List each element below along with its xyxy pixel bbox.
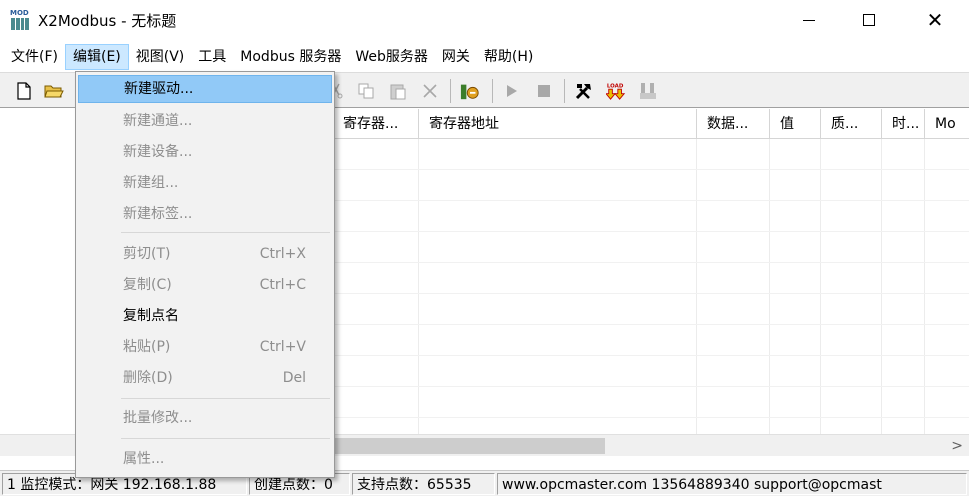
open-folder-icon[interactable] [44,81,64,101]
maximize-icon [863,14,875,26]
menu-file[interactable]: 文件(F) [4,44,65,70]
tag-icon[interactable] [460,81,480,101]
title-bar: MOD X2Modbus - 无标题 ✕ [0,0,969,40]
tag-list-header: 寄存器... 寄存器地址 数据... 值 质... 时... Mo [333,109,969,139]
column-value[interactable]: 值 [770,109,821,139]
menu-edit[interactable]: 编辑(E) [64,44,129,70]
menu-tools[interactable]: 工具 [191,44,233,70]
delete-icon[interactable] [420,81,440,101]
scroll-right-icon[interactable]: > [951,435,963,457]
app-icon: MOD [10,9,30,31]
minimize-icon [803,19,815,21]
column-quality[interactable]: 质... [821,109,882,139]
column-data-type[interactable]: 数据... [697,109,770,139]
close-button[interactable]: ✕ [905,0,965,40]
menu-cut[interactable]: 剪切(T) Ctrl+X [78,240,332,268]
column-register-address[interactable]: 寄存器地址 [419,109,697,139]
menu-bar: 文件(F) 编辑(E) 视图(V) 工具 Modbus 服务器 Web服务器 网… [0,43,969,71]
column-register-type[interactable]: 寄存器... [333,109,419,139]
app-icon-badge: MOD [10,9,29,17]
menu-web-server[interactable]: Web服务器 [348,44,435,70]
menu-gateway[interactable]: 网关 [435,44,477,70]
menu-delete[interactable]: 删除(D) Del [78,364,332,392]
column-modbus[interactable]: Mo [925,109,969,139]
load-icon[interactable]: LOAD [606,81,626,101]
menu-help[interactable]: 帮助(H) [477,44,540,70]
menu-copy-point-name[interactable]: 复制点名 [78,302,332,330]
unload-icon[interactable] [638,81,658,101]
close-icon: ✕ [926,8,944,32]
window-title: X2Modbus - 无标题 [38,11,177,30]
menu-view[interactable]: 视图(V) [129,44,192,70]
menu-new-device[interactable]: 新建设备... [78,138,332,166]
edit-menu-dropdown: 新建驱动... 新建通道... 新建设备... 新建组... 新建标签... 剪… [75,71,335,478]
copy-icon[interactable] [356,81,376,101]
status-supported-points: 支持点数：65535 [352,473,495,495]
project-tree[interactable] [0,109,78,469]
stop-icon[interactable] [534,81,554,101]
menu-paste[interactable]: 粘贴(P) Ctrl+V [78,333,332,361]
column-timestamp[interactable]: 时... [882,109,925,139]
menu-new-tag[interactable]: 新建标签... [78,200,332,228]
status-contact: www.opcmaster.com 13564889340 support@op… [497,473,967,495]
maximize-button[interactable] [839,0,899,40]
scrollbar-thumb[interactable] [333,438,605,454]
tag-list[interactable]: 寄存器... 寄存器地址 数据... 值 质... 时... Mo [333,109,969,469]
run-icon[interactable] [502,81,522,101]
load-label: LOAD [607,83,624,89]
tools-icon[interactable] [574,81,594,101]
menu-modbus-server[interactable]: Modbus 服务器 [233,44,348,70]
menu-properties[interactable]: 属性... [78,445,332,473]
menu-new-group[interactable]: 新建组... [78,169,332,197]
minimize-button[interactable] [779,0,839,40]
new-file-icon[interactable] [14,81,34,101]
paste-icon[interactable] [388,81,408,101]
menu-batch-edit[interactable]: 批量修改... [78,404,332,432]
menu-new-channel[interactable]: 新建通道... [78,107,332,135]
menu-copy[interactable]: 复制(C) Ctrl+C [78,271,332,299]
menu-new-driver[interactable]: 新建驱动... [78,75,332,103]
